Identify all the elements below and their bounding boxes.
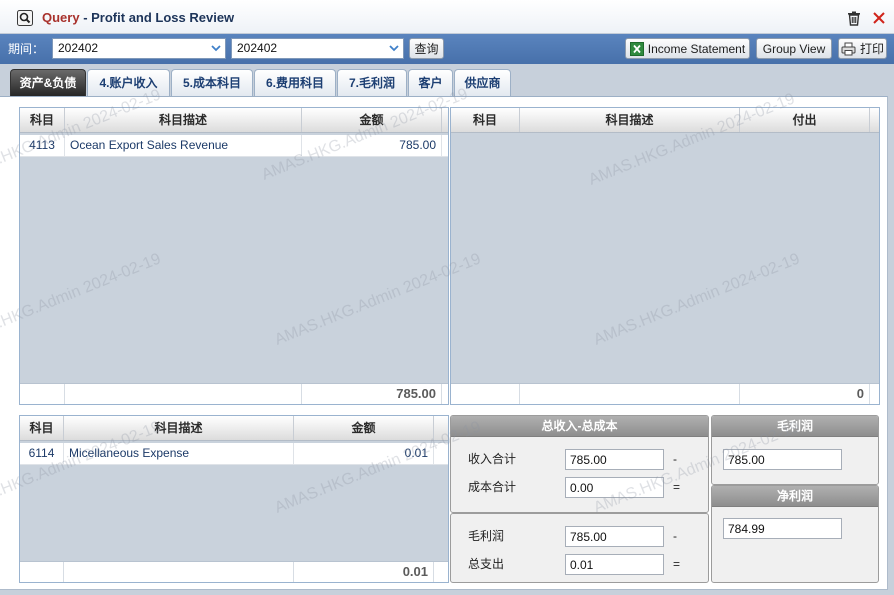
scrollbar-spacer <box>434 443 448 465</box>
footer-total: 0.01 <box>294 562 434 582</box>
income-statement-button[interactable]: Income Statement <box>625 38 750 59</box>
print-button[interactable]: 打印 <box>838 38 887 59</box>
table-row[interactable]: 6114 Micellaneous Expense 0.01 <box>20 443 448 465</box>
group-view-label: Group View <box>762 41 826 56</box>
footer-cell <box>64 562 294 582</box>
profit-expense-summary-panel: 毛利润 - 总支出 = <box>450 513 709 583</box>
account-description-cell: Micellaneous Expense <box>64 443 294 465</box>
scrollbar-spacer <box>442 135 448 157</box>
income-total-field[interactable] <box>565 449 664 470</box>
cost-total-label: 成本合计 <box>468 480 517 494</box>
column-header-payout[interactable]: 付出 <box>740 108 870 132</box>
net-profit-value-field[interactable] <box>723 518 842 539</box>
tab-cost-accounts[interactable]: 5.成本科目 <box>171 69 253 96</box>
printer-icon <box>841 42 856 56</box>
group-view-button[interactable]: Group View <box>756 38 832 59</box>
table-row[interactable]: 4113 Ocean Export Sales Revenue 785.00 <box>20 135 448 157</box>
net-profit-panel: 净利润 <box>711 485 879 583</box>
tab-suppliers[interactable]: 供应商 <box>454 69 511 96</box>
payout-grid: 科目 科目描述 付出 0 <box>450 107 880 405</box>
chevron-down-icon[interactable] <box>388 42 400 54</box>
grid-footer: 785.00 <box>20 383 448 404</box>
print-label: 打印 <box>859 42 884 56</box>
scrollbar-spacer <box>870 384 879 404</box>
account-code-cell: 4113 <box>20 135 65 157</box>
grid-footer: 0.01 <box>20 561 448 582</box>
column-header-description[interactable]: 科目描述 <box>520 108 740 132</box>
footer-cell <box>20 384 65 404</box>
footer-cell <box>451 384 520 404</box>
income-statement-label: Income Statement <box>647 41 746 56</box>
close-icon[interactable] <box>871 10 887 26</box>
period-from-value: 202402 <box>58 41 99 55</box>
tab-customers[interactable]: 客户 <box>408 69 453 96</box>
account-description-cell: Ocean Export Sales Revenue <box>65 135 302 157</box>
window-title-main: Profit and Loss Review <box>91 10 235 25</box>
total-expense-field[interactable] <box>565 554 664 575</box>
scrollbar-spacer <box>434 416 448 440</box>
period-label: 期间： <box>8 42 45 56</box>
total-expense-label: 总支出 <box>468 557 505 571</box>
window-titlebar: Query - Profit and Loss Review <box>0 0 894 34</box>
tab-assets-liabilities[interactable]: 资产&负债 <box>10 69 86 96</box>
scrollbar-spacer <box>870 108 879 132</box>
magnifier-icon <box>17 10 33 26</box>
minus-sign: - <box>673 529 677 543</box>
equals-sign: = <box>673 480 681 494</box>
gross-profit-label: 毛利润 <box>468 529 505 543</box>
grid-header: 科目 科目描述 付出 <box>451 108 879 133</box>
tab-account-income[interactable]: 4.账户收入 <box>87 69 170 96</box>
column-header-description[interactable]: 科目描述 <box>65 108 302 132</box>
excel-icon <box>629 41 644 56</box>
toolbar: 期间： 202402 202402 查询 Income Statement Gr… <box>0 34 894 64</box>
grid-header: 科目 科目描述 金额 <box>20 108 448 133</box>
column-header-code[interactable]: 科目 <box>20 108 65 132</box>
cost-total-field[interactable] <box>565 477 664 498</box>
scrollbar-spacer <box>434 562 448 582</box>
expense-grid: 科目 科目描述 金额 6114 Micellaneous Expense 0.0… <box>19 415 449 583</box>
panel-title: 总收入-总成本 <box>451 416 708 437</box>
window-title: Query - Profit and Loss Review <box>42 10 234 26</box>
account-code-cell: 6114 <box>20 443 64 465</box>
scrollbar-spacer <box>442 384 448 404</box>
amount-cell: 785.00 <box>302 135 442 157</box>
chevron-down-icon[interactable] <box>210 42 222 54</box>
footer-cell <box>20 562 64 582</box>
grid-footer: 0 <box>451 383 879 404</box>
window-title-prefix: Query <box>42 10 80 25</box>
period-from-select[interactable]: 202402 <box>52 38 226 59</box>
period-to-select[interactable]: 202402 <box>231 38 404 59</box>
minus-sign: - <box>673 452 677 466</box>
column-header-code[interactable]: 科目 <box>20 416 64 440</box>
equals-sign: = <box>673 557 681 571</box>
period-to-value: 202402 <box>237 41 278 55</box>
column-header-amount[interactable]: 金额 <box>302 108 442 132</box>
query-button[interactable]: 查询 <box>409 38 444 59</box>
gross-profit-panel: 毛利润 <box>711 415 879 485</box>
tab-gross-profit[interactable]: 7.毛利润 <box>337 69 407 96</box>
footer-cell <box>520 384 740 404</box>
grid-header: 科目 科目描述 金额 <box>20 416 448 441</box>
tab-expense-accounts[interactable]: 6.费用科目 <box>254 69 336 96</box>
column-header-description[interactable]: 科目描述 <box>64 416 294 440</box>
income-cost-summary-panel: 总收入-总成本 收入合计 - 成本合计 = <box>450 415 709 513</box>
trash-icon[interactable] <box>846 10 862 26</box>
footer-cell <box>65 384 302 404</box>
panel-title: 净利润 <box>712 486 878 507</box>
panel-title: 毛利润 <box>712 416 878 437</box>
column-header-amount[interactable]: 金额 <box>294 416 434 440</box>
income-grid: 科目 科目描述 金额 4113 Ocean Export Sales Reven… <box>19 107 449 405</box>
scrollbar-spacer <box>442 108 448 132</box>
gross-profit-field[interactable] <box>565 526 664 547</box>
tab-strip: 资产&负债 4.账户收入 5.成本科目 6.费用科目 7.毛利润 客户 供应商 <box>0 64 894 96</box>
footer-total: 0 <box>740 384 870 404</box>
income-total-label: 收入合计 <box>468 452 517 466</box>
query-button-label: 查询 <box>414 42 439 56</box>
amount-cell: 0.01 <box>294 443 434 465</box>
column-header-code[interactable]: 科目 <box>451 108 520 132</box>
window-title-separator: - <box>79 10 92 25</box>
gross-profit-value-field[interactable] <box>723 449 842 470</box>
footer-total: 785.00 <box>302 384 442 404</box>
